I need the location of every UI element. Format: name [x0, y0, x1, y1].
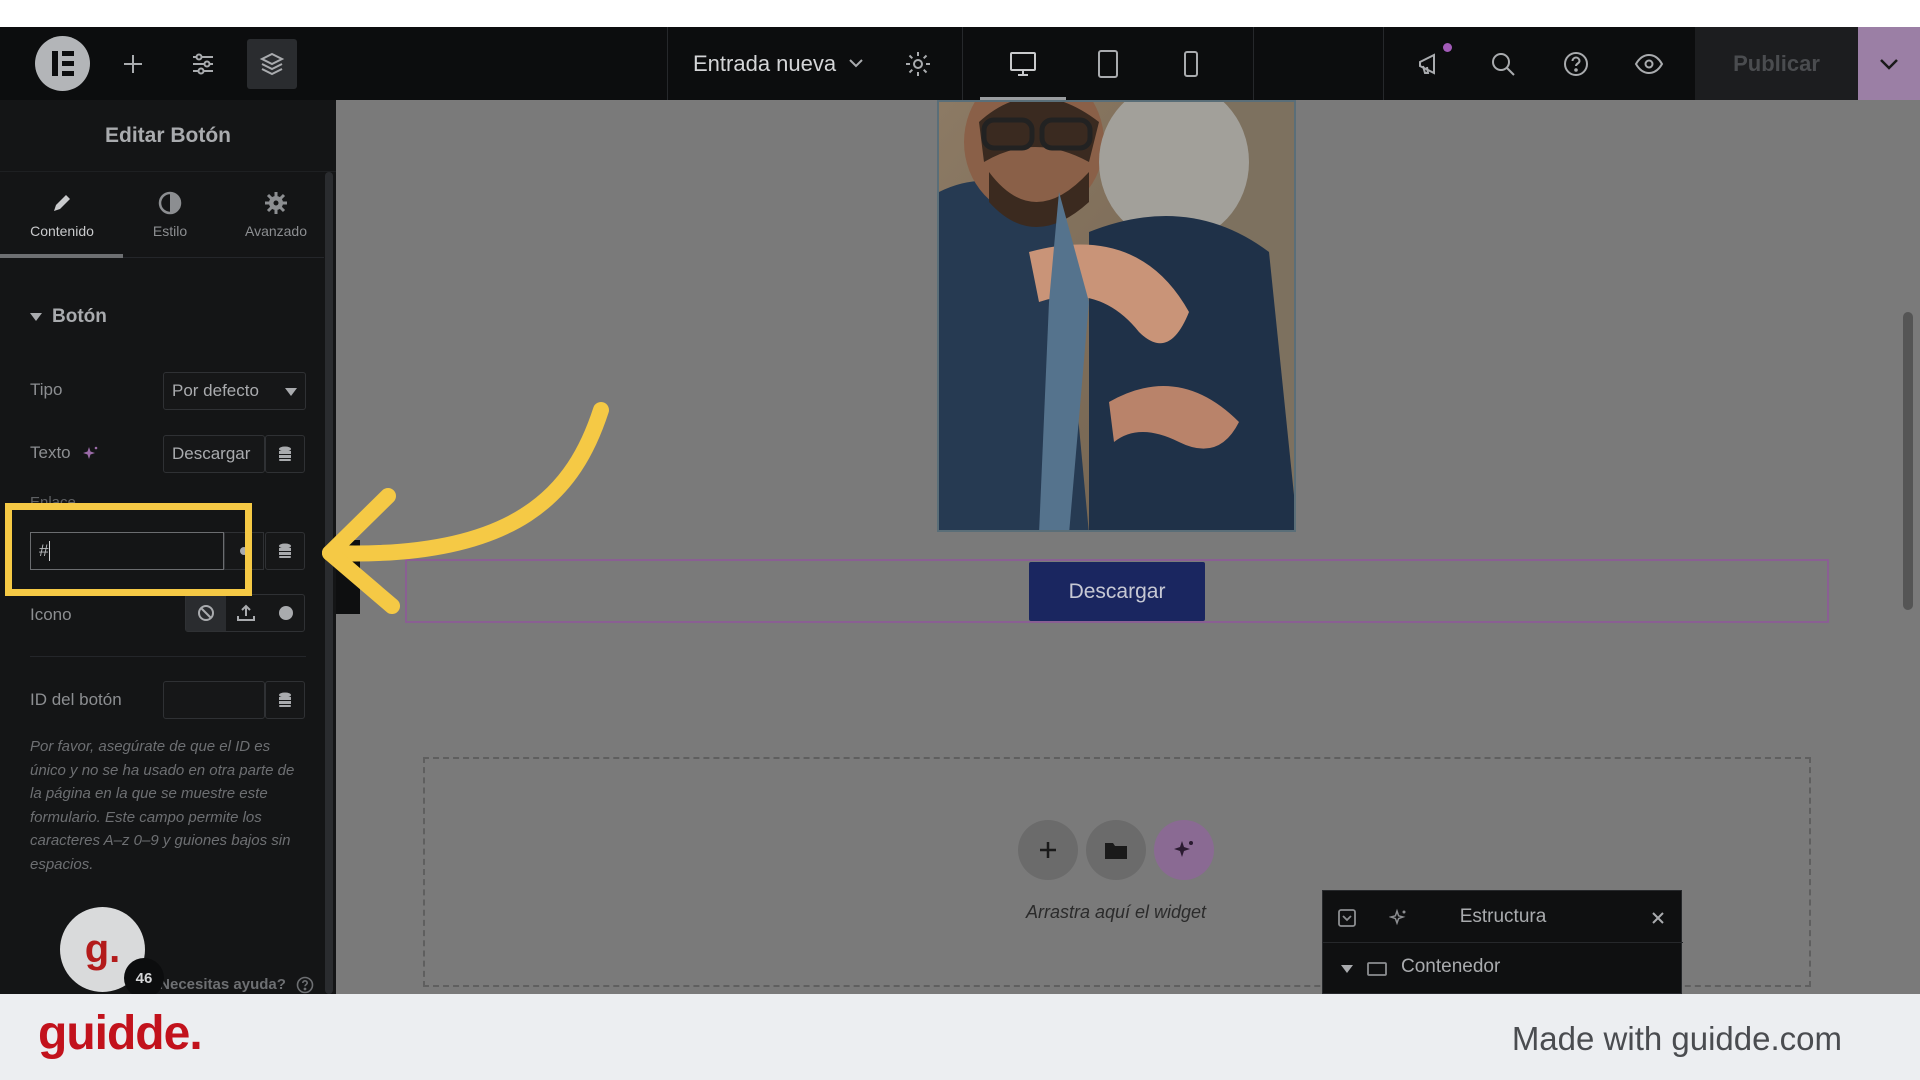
chevron-down-icon[interactable] [848, 57, 864, 69]
mobile-icon [1184, 51, 1198, 77]
question-circle-icon [1564, 52, 1588, 76]
made-with-text: Made with guidde.com [1511, 1020, 1842, 1057]
site-settings-button[interactable] [178, 39, 228, 89]
structure-title: Estructura [1459, 906, 1547, 927]
folder-icon [1105, 843, 1127, 859]
help-button[interactable] [1551, 39, 1601, 89]
mobile-view-button[interactable] [1166, 39, 1216, 89]
top-margin [0, 0, 1920, 27]
container-icon [1367, 962, 1387, 976]
hug-photo [937, 100, 1296, 532]
structure-item-contenedor[interactable]: Contenedor [1323, 943, 1683, 995]
structure-header: Estructura [1323, 891, 1683, 943]
download-button[interactable]: Descargar [1029, 562, 1205, 621]
dropzone-text: Arrastra aquí el widget [1025, 902, 1207, 922]
search-icon [1492, 53, 1515, 76]
ai-sparkle-icon[interactable] [1389, 908, 1409, 928]
structure-panel: Estructura Contenedor [1322, 890, 1683, 995]
sliders-icon [193, 53, 213, 75]
screenshot: Entrada nueva Publicar Editar Botón Cont… [0, 0, 1920, 1080]
elementor-logo-button[interactable] [35, 36, 90, 91]
photo-illustration [939, 102, 1294, 530]
canvas-scrollbar[interactable] [1903, 312, 1913, 610]
structure-item-label: Contenedor [1401, 956, 1501, 977]
editor-topbar: Entrada nueva Publicar [0, 27, 1920, 100]
notification-dot [1443, 43, 1452, 52]
desktop-view-button[interactable] [998, 39, 1048, 89]
add-section-button[interactable] [1018, 820, 1078, 880]
guidde-footer: guidde. Made with guidde.com [0, 994, 1920, 1080]
tablet-view-button[interactable] [1083, 39, 1133, 89]
plus-icon [1040, 842, 1056, 858]
close-icon[interactable] [1651, 911, 1665, 925]
ai-generate-button[interactable] [1154, 820, 1214, 880]
publish-button[interactable]: Publicar [1695, 27, 1858, 100]
topbar-divider [1383, 27, 1384, 100]
eye-icon [1634, 53, 1664, 75]
tutorial-highlight-box [5, 503, 252, 596]
desktop-icon [1010, 52, 1036, 76]
topbar-divider [667, 27, 668, 100]
topbar-divider [1253, 27, 1254, 100]
publish-options-button[interactable] [1858, 27, 1920, 100]
caret-down-icon [1341, 965, 1353, 973]
search-button[interactable] [1478, 39, 1528, 89]
chevron-down-icon [1880, 58, 1898, 70]
guidde-logo: guidde. [38, 1007, 203, 1060]
topbar-divider [962, 27, 963, 100]
structure-button[interactable] [247, 39, 297, 89]
layers-icon [259, 52, 285, 76]
megaphone-icon [1419, 53, 1435, 75]
document-title[interactable]: Entrada nueva [693, 27, 836, 100]
preview-button[interactable] [1624, 39, 1674, 89]
template-library-button[interactable] [1086, 820, 1146, 880]
panel-collapse-handle[interactable] [336, 540, 360, 614]
gear-icon [906, 52, 930, 76]
page-settings-button[interactable] [893, 39, 943, 89]
add-element-button[interactable] [108, 39, 158, 89]
tablet-icon [1098, 50, 1118, 78]
collapse-icon[interactable] [1337, 908, 1357, 928]
ai-sparkle-icon [1174, 841, 1193, 857]
plus-icon [124, 55, 142, 73]
